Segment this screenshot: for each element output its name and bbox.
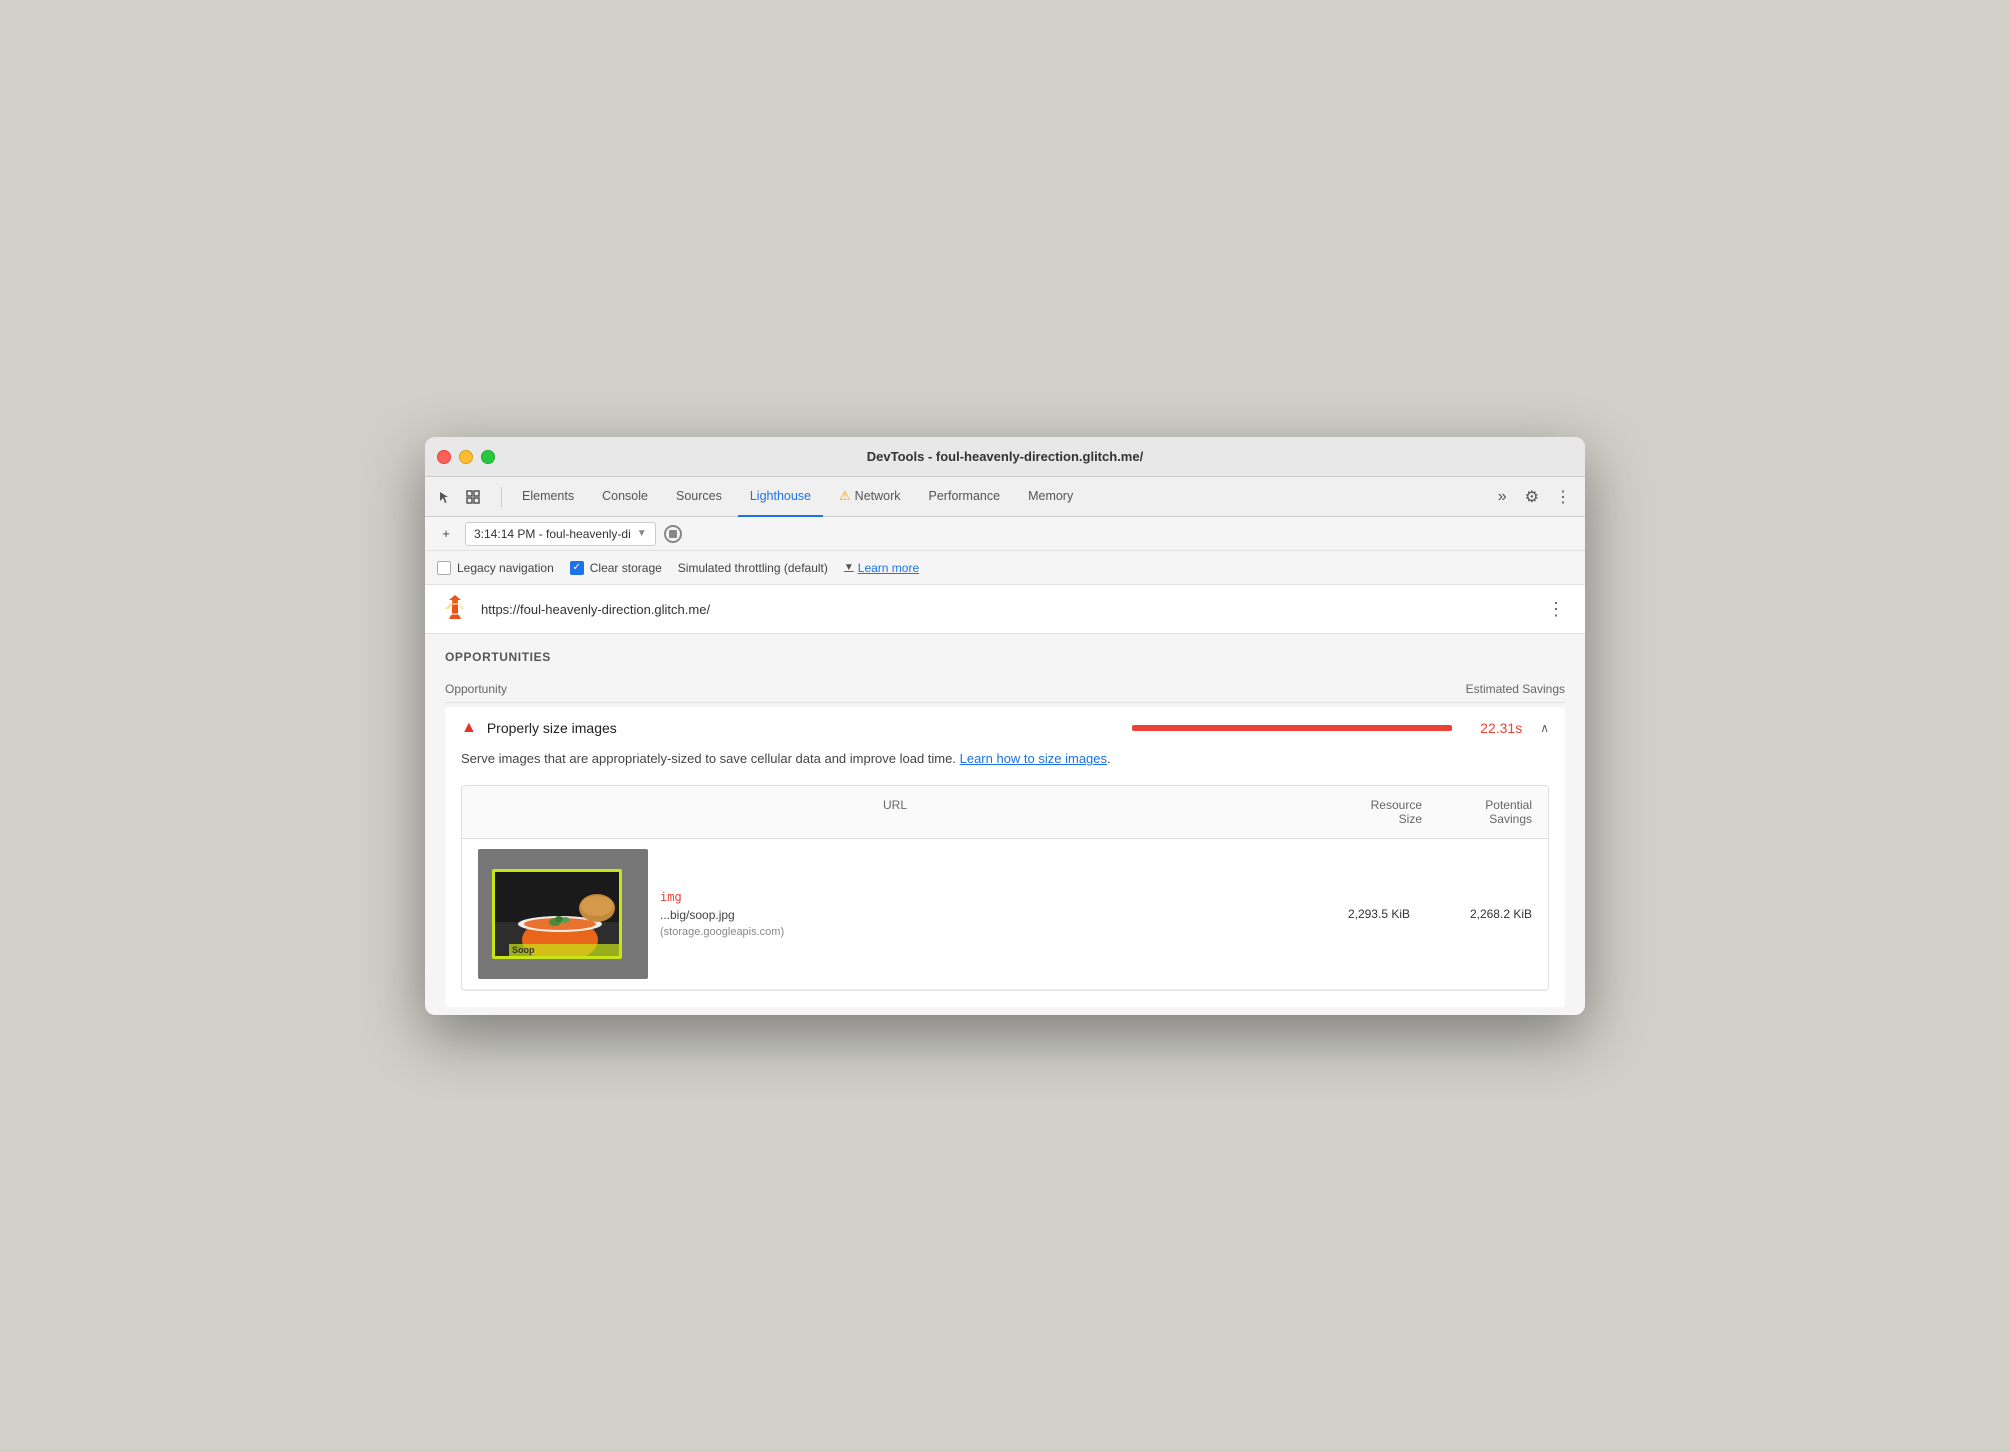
warning-triangle-icon: ▲ [461, 719, 477, 737]
detail-table: URL ResourceSize PotentialSavings [461, 785, 1549, 991]
opportunity-header[interactable]: ▲ Properly size images 22.31s ∧ [445, 707, 1565, 749]
clear-storage-checkbox[interactable] [570, 561, 584, 575]
lighthouse-logo [441, 595, 469, 623]
col-header-savings: Estimated Savings [1425, 682, 1565, 696]
window-title: DevTools - foul-heavenly-direction.glitc… [867, 449, 1143, 464]
col-header-opportunity: Opportunity [445, 682, 1425, 696]
lighthouse-options: Legacy navigation Clear storage Simulate… [425, 551, 1585, 585]
close-button[interactable] [437, 450, 451, 464]
tab-sources[interactable]: Sources [664, 477, 734, 517]
warning-icon: ⚠ [839, 488, 851, 504]
detail-col-savings: PotentialSavings [1422, 798, 1532, 826]
element-tag: img [660, 890, 1288, 904]
detail-url-info: img ...big/soop.jpg (storage.googleapis.… [660, 890, 1288, 938]
main-content: https://foul-heavenly-direction.glitch.m… [425, 585, 1585, 1007]
url-bar-section: https://foul-heavenly-direction.glitch.m… [425, 585, 1585, 634]
opportunities-section: OPPORTUNITIES Opportunity Estimated Savi… [425, 634, 1585, 1007]
detail-col-resource: ResourceSize [1312, 798, 1422, 826]
url-menu-icon[interactable]: ⋮ [1543, 599, 1569, 620]
image-thumbnail: Soop [478, 849, 648, 979]
resource-size: 2,293.5 KiB [1300, 907, 1410, 921]
tab-divider [501, 487, 502, 507]
minimize-button[interactable] [459, 450, 473, 464]
savings-bar-container [1132, 725, 1452, 731]
file-source: (storage.googleapis.com) [660, 926, 1288, 938]
tabbar: Elements Console Sources Lighthouse ⚠ Ne… [425, 477, 1585, 517]
tab-console[interactable]: Console [590, 477, 660, 517]
detail-col-url: URL [478, 798, 1312, 826]
traffic-lights [437, 450, 495, 464]
opportunity-title: Properly size images [487, 720, 1122, 736]
thumbnail-background: Soop [478, 849, 648, 979]
table-row: Soop img ...big/soop.jpg (storage.google… [462, 839, 1548, 990]
tab-performance[interactable]: Performance [917, 477, 1013, 517]
learn-more-link[interactable]: ▼ Learn more [844, 561, 919, 575]
potential-savings: 2,268.2 KiB [1422, 907, 1532, 921]
page-url: https://foul-heavenly-direction.glitch.m… [481, 602, 1531, 617]
file-url: ...big/soop.jpg [660, 908, 1288, 922]
cursor-icon[interactable] [433, 485, 457, 509]
tab-network[interactable]: ⚠ Network [827, 477, 913, 517]
learn-how-link[interactable]: Learn how to size images [960, 751, 1107, 766]
legacy-nav-option[interactable]: Legacy navigation [437, 561, 554, 575]
throttle-label: Simulated throttling (default) [678, 561, 828, 575]
more-tabs-button[interactable]: » [1490, 488, 1515, 506]
session-dropdown-arrow[interactable]: ▼ [637, 528, 647, 539]
inspect-icon[interactable] [461, 485, 485, 509]
tab-elements[interactable]: Elements [510, 477, 586, 517]
more-options-icon[interactable]: ⋮ [1549, 487, 1577, 507]
titlebar: DevTools - foul-heavenly-direction.glitc… [425, 437, 1585, 477]
session-url-text: 3:14:14 PM - foul-heavenly-di [474, 527, 631, 541]
throttle-dropdown-arrow[interactable]: ▼ [844, 562, 854, 573]
savings-value: 22.31s [1462, 720, 1522, 736]
opportunity-detail: Serve images that are appropriately-size… [445, 749, 1565, 1007]
devtools-toolbar: + 3:14:14 PM - foul-heavenly-di ▼ [425, 517, 1585, 551]
detail-table-header: URL ResourceSize PotentialSavings [462, 786, 1548, 839]
opportunities-table-header: Opportunity Estimated Savings [445, 676, 1565, 703]
stop-button[interactable] [664, 525, 682, 543]
thumbnail-inner: Soop [492, 869, 622, 959]
tab-memory[interactable]: Memory [1016, 477, 1085, 517]
devtools-icons [433, 485, 485, 509]
legacy-nav-checkbox[interactable] [437, 561, 451, 575]
settings-icon[interactable]: ⚙ [1519, 487, 1545, 507]
add-session-button[interactable]: + [435, 523, 457, 545]
session-url-display[interactable]: 3:14:14 PM - foul-heavenly-di ▼ [465, 522, 656, 546]
thumbnail-label: Soop [509, 944, 622, 956]
clear-storage-option[interactable]: Clear storage [570, 561, 662, 575]
tab-lighthouse[interactable]: Lighthouse [738, 477, 823, 517]
collapse-icon[interactable]: ∧ [1540, 721, 1549, 735]
opportunity-item-images: ▲ Properly size images 22.31s ∧ Serve im… [445, 707, 1565, 1007]
savings-bar [1132, 725, 1452, 731]
maximize-button[interactable] [481, 450, 495, 464]
devtools-window: DevTools - foul-heavenly-direction.glitc… [425, 437, 1585, 1015]
opportunities-title: OPPORTUNITIES [445, 650, 1565, 664]
opportunity-description: Serve images that are appropriately-size… [461, 749, 1549, 769]
